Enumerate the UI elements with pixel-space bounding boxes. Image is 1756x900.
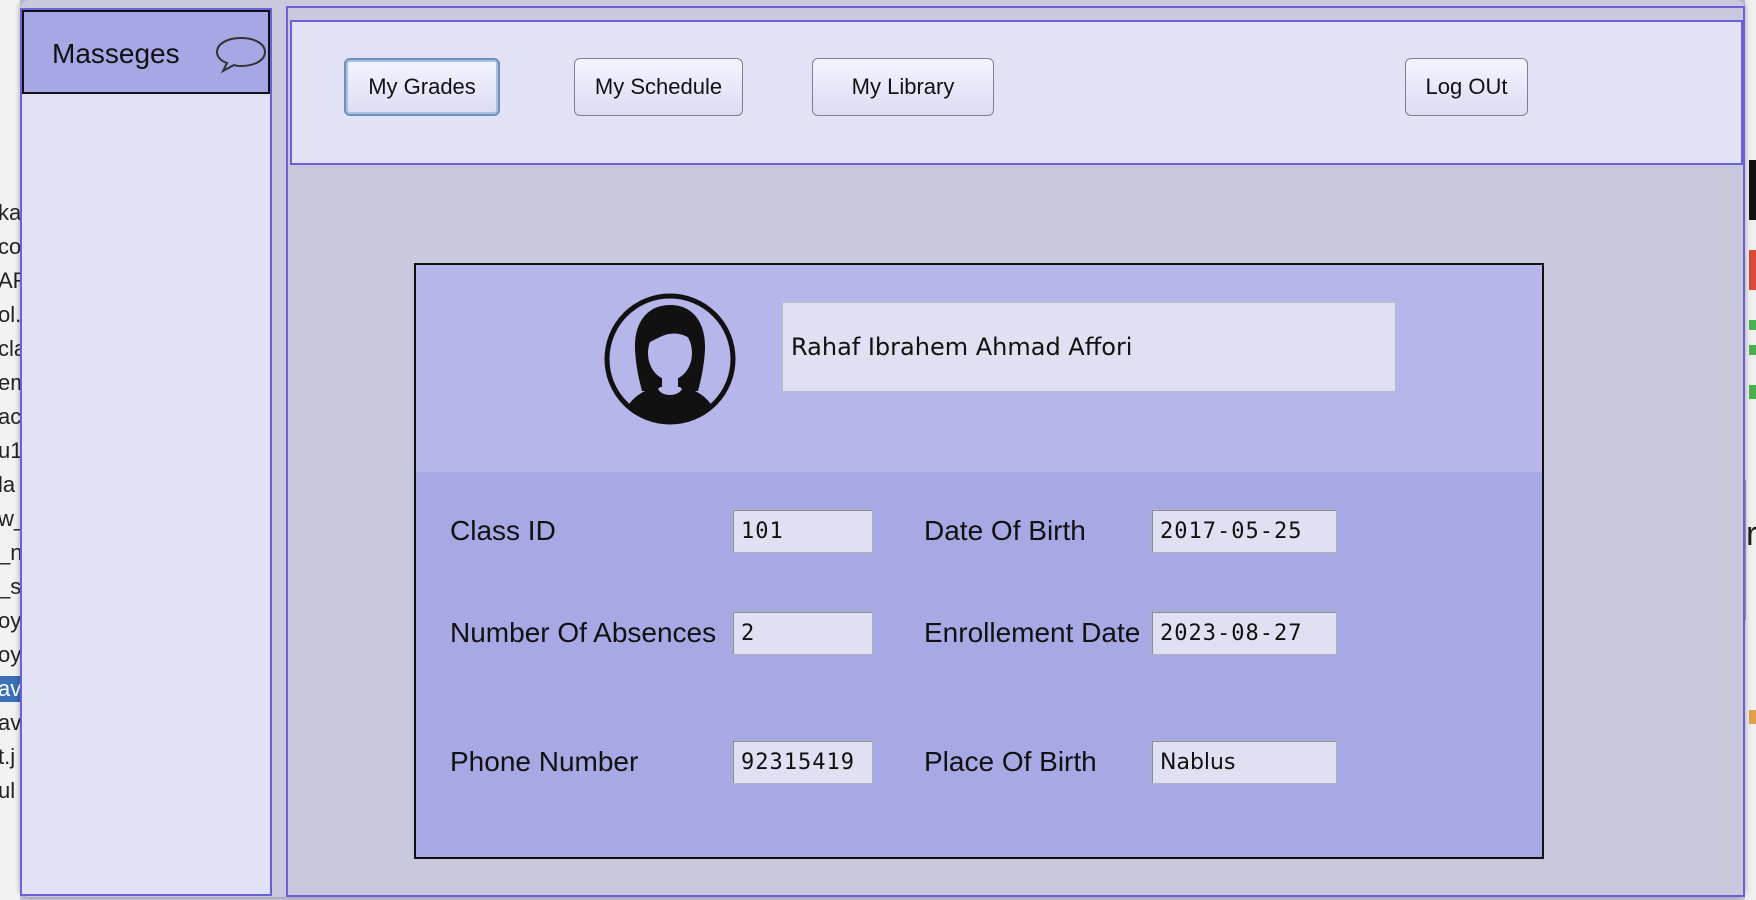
bg-text-fragment: r [1746,515,1756,553]
absences-field[interactable]: 2 [732,611,873,655]
my-schedule-button[interactable]: My Schedule [574,58,743,116]
female-user-avatar-icon [604,293,736,425]
bg-text-fragment: ka [0,200,20,225]
bg-text-fragment: em [0,370,20,395]
enrollment-date-field[interactable]: 2023-08-27 [1151,611,1337,655]
bg-text-fragment: ol.j [0,302,20,327]
speech-bubble-icon [215,36,267,74]
bg-mark [1749,160,1756,220]
student-profile-card: Rahaf Ibrahem Ahmad Affori Class ID 101 … [414,263,1544,859]
bg-text-fragment: ul [0,778,16,803]
phone-number-label: Phone Number [450,746,639,777]
place-of-birth-field[interactable]: Nablus [1151,740,1337,784]
messages-sidebar: Masseges [20,8,272,896]
bg-text-fragment: w_ [0,506,20,531]
bg-text-fragment-selected: av [0,676,20,702]
date-of-birth-field[interactable]: 2017-05-25 [1151,509,1337,553]
student-name-field[interactable]: Rahaf Ibrahem Ahmad Affori [782,302,1396,392]
bg-text-fragment: AR [0,268,20,293]
my-library-button[interactable]: My Library [812,58,994,116]
bg-text-fragment: u1 [0,438,20,463]
date-of-birth-label: Date Of Birth [924,515,1086,546]
bg-text-fragment: co [0,234,20,259]
background-window-right: r [1745,0,1756,900]
bg-text-fragment: oyc [0,608,20,633]
enrollment-date-label: Enrollement Date [924,617,1141,648]
bg-text-fragment: ava [0,710,20,735]
bg-text-fragment: _n [0,540,20,565]
bg-text-fragment: la [0,472,16,497]
bg-mark [1749,345,1756,355]
log-out-button[interactable]: Log OUt [1405,58,1528,116]
class-id-field[interactable]: 101 [732,509,873,553]
top-navigation-bar: My Grades My Schedule My Library Log OUt [290,20,1743,165]
bg-text-fragment: cla [0,336,20,361]
phone-number-field[interactable]: 92315419 [732,740,873,784]
bg-mark [1749,385,1756,399]
main-panel: My Grades My Schedule My Library Log OUt [286,6,1745,897]
my-grades-button[interactable]: My Grades [344,58,500,116]
messages-header[interactable]: Masseges [22,10,270,94]
background-window-left: ka co AR ol.j cla em ac u1 la w_ _n _s o… [0,0,20,900]
bg-mark [1749,250,1756,290]
bg-text-fragment: _s [0,574,20,599]
absences-label: Number Of Absences [450,617,717,648]
place-of-birth-label: Place Of Birth [924,746,1097,777]
bg-mark [1749,710,1756,724]
bg-text-fragment: ac [0,404,20,429]
bg-mark [1749,320,1756,330]
student-dashboard-window: Masseges My Grades My Schedule My Librar… [20,0,1745,897]
bg-text-fragment: oyc [0,642,20,667]
profile-header: Rahaf Ibrahem Ahmad Affori [416,265,1542,472]
bg-text-fragment: t.j [0,744,16,769]
messages-label: Masseges [52,38,180,69]
class-id-label: Class ID [450,515,556,546]
